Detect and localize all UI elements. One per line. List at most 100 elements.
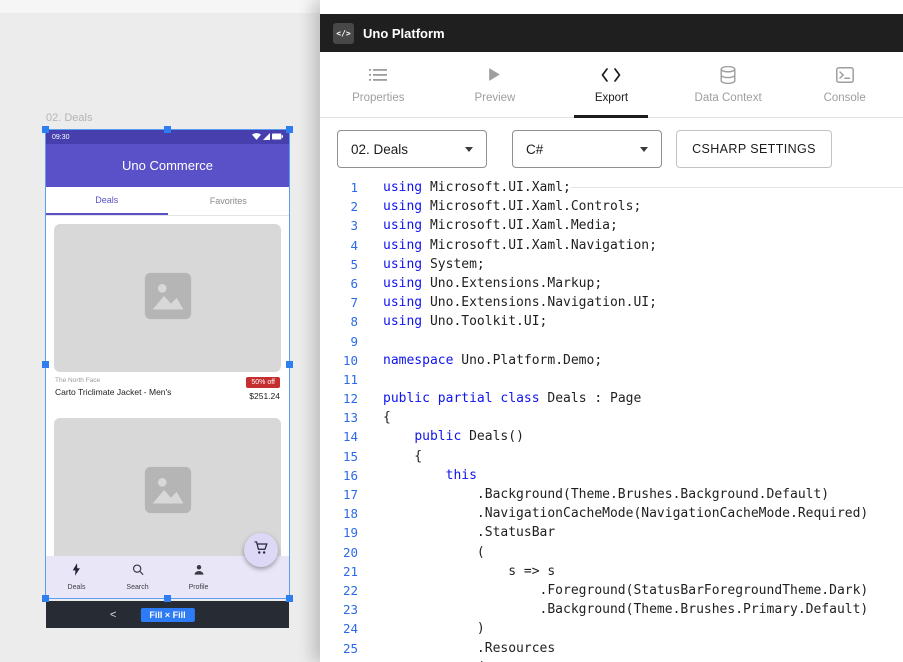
line-number: 18 [320, 504, 358, 523]
code-line: 14 public Deals() [320, 427, 903, 446]
tab-label: Properties [352, 92, 404, 104]
code-icon [601, 66, 621, 84]
product-name: Carto Triclimate Jacket - Men's [55, 387, 171, 397]
line-number: 10 [320, 351, 358, 370]
selection-handle[interactable] [286, 126, 293, 133]
tab-label: Data Context [695, 92, 762, 104]
canvas-top-strip [0, 0, 320, 13]
code-line: 13{ [320, 408, 903, 427]
code-text: s => s [358, 562, 555, 581]
code-text: using Microsoft.UI.Xaml.Media; [358, 216, 618, 235]
code-line: 7using Uno.Extensions.Navigation.UI; [320, 293, 903, 312]
line-number: 26 [320, 658, 358, 662]
line-number: 1 [320, 178, 358, 197]
terminal-icon [836, 66, 854, 84]
code-line: 16 this [320, 466, 903, 485]
tab-properties[interactable]: Properties [320, 52, 437, 117]
panel-tabs: Properties Preview Export Data Context C… [320, 52, 903, 118]
export-panel: </> Uno Platform Properties Preview Expo… [320, 0, 903, 662]
tab-label: Export [595, 92, 628, 104]
selection-toolbar: < Fill × Fill [46, 601, 289, 628]
tab-preview[interactable]: Preview [437, 52, 554, 117]
code-text [358, 332, 383, 351]
code-editor[interactable]: 1using Microsoft.UI.Xaml;2using Microsof… [320, 178, 903, 662]
tab-console[interactable]: Console [786, 52, 903, 117]
line-number: 24 [320, 619, 358, 638]
screen-dropdown[interactable]: 02. Deals [337, 130, 487, 168]
tab-favorites[interactable]: Favorites [168, 187, 290, 215]
line-number: 15 [320, 447, 358, 466]
nav-item-search[interactable]: Search [107, 563, 168, 591]
language-dropdown-value: C# [526, 142, 543, 157]
battery-icon [272, 133, 283, 142]
code-line: 2using Microsoft.UI.Xaml.Controls; [320, 197, 903, 216]
app-bar-title: Uno Commerce [122, 158, 213, 173]
code-text: ) [358, 619, 485, 638]
line-number: 9 [320, 332, 358, 351]
code-text: using Uno.Extensions.Navigation.UI; [358, 293, 657, 312]
person-icon [193, 563, 205, 581]
selection-handle[interactable] [42, 595, 49, 602]
code-text: using Microsoft.UI.Xaml.Controls; [358, 197, 641, 216]
code-text: using Microsoft.UI.Xaml.Navigation; [358, 236, 657, 255]
app-bar: Uno Commerce [46, 144, 289, 187]
product-brand: The North Face [55, 377, 171, 384]
shop-tabs: Deals Favorites [46, 187, 289, 216]
line-number: 25 [320, 639, 358, 658]
code-text: { [358, 408, 391, 427]
line-number: 14 [320, 427, 358, 446]
code-line: 26 ( [320, 658, 903, 662]
search-icon [132, 563, 144, 581]
line-number: 12 [320, 389, 358, 408]
nav-item-deals[interactable]: Deals [46, 563, 107, 591]
fill-size-button[interactable]: Fill × Fill [140, 608, 194, 622]
wifi-icon [252, 133, 261, 142]
chevron-down-icon [640, 147, 648, 152]
phone-artboard[interactable]: 09:30 Uno Commerce Deals Favorites The [46, 130, 289, 598]
selection-handle[interactable] [42, 126, 49, 133]
nav-label: Profile [189, 584, 209, 591]
code-text: .StatusBar [358, 523, 555, 542]
product-price: $251.24 [249, 391, 280, 401]
cart-fab[interactable] [244, 533, 278, 567]
code-text: using Uno.Extensions.Markup; [358, 274, 602, 293]
collapse-button[interactable]: < [104, 607, 122, 623]
line-number: 6 [320, 274, 358, 293]
code-line: 5using System; [320, 255, 903, 274]
tab-export[interactable]: Export [553, 52, 670, 117]
tab-label: Preview [474, 92, 515, 104]
selection-handle[interactable] [286, 595, 293, 602]
code-line: 3using Microsoft.UI.Xaml.Media; [320, 216, 903, 235]
line-number: 4 [320, 236, 358, 255]
code-line: 8using Uno.Toolkit.UI; [320, 312, 903, 331]
code-text: using Microsoft.UI.Xaml; [358, 178, 571, 197]
artboard-label[interactable]: 02. Deals [46, 112, 92, 124]
code-line: 23 .Background(Theme.Brushes.Primary.Def… [320, 600, 903, 619]
selection-handle[interactable] [286, 361, 293, 368]
line-number: 21 [320, 562, 358, 581]
selection-handle[interactable] [42, 361, 49, 368]
screen-dropdown-value: 02. Deals [351, 142, 408, 157]
code-line: 24 ) [320, 619, 903, 638]
code-text: public Deals() [358, 427, 524, 446]
code-text: using System; [358, 255, 485, 274]
product-text: The North Face Carto Triclimate Jacket -… [55, 377, 171, 412]
line-number: 8 [320, 312, 358, 331]
language-dropdown[interactable]: C# [512, 130, 662, 168]
code-text: .Background(Theme.Brushes.Background.Def… [358, 485, 829, 504]
line-number: 3 [320, 216, 358, 235]
product-image-placeholder[interactable] [54, 224, 281, 372]
code-line: 11 [320, 370, 903, 389]
database-icon [720, 66, 736, 84]
tab-data-context[interactable]: Data Context [670, 52, 787, 117]
selection-handle[interactable] [164, 126, 171, 133]
line-number: 22 [320, 581, 358, 600]
line-number: 13 [320, 408, 358, 427]
code-text: { [358, 447, 422, 466]
selection-handle[interactable] [164, 595, 171, 602]
csharp-settings-button[interactable]: CSHARP SETTINGS [676, 130, 832, 168]
code-text: ( [358, 658, 485, 662]
tab-deals[interactable]: Deals [46, 187, 168, 215]
nav-item-profile[interactable]: Profile [168, 563, 229, 591]
nav-label: Search [126, 584, 148, 591]
